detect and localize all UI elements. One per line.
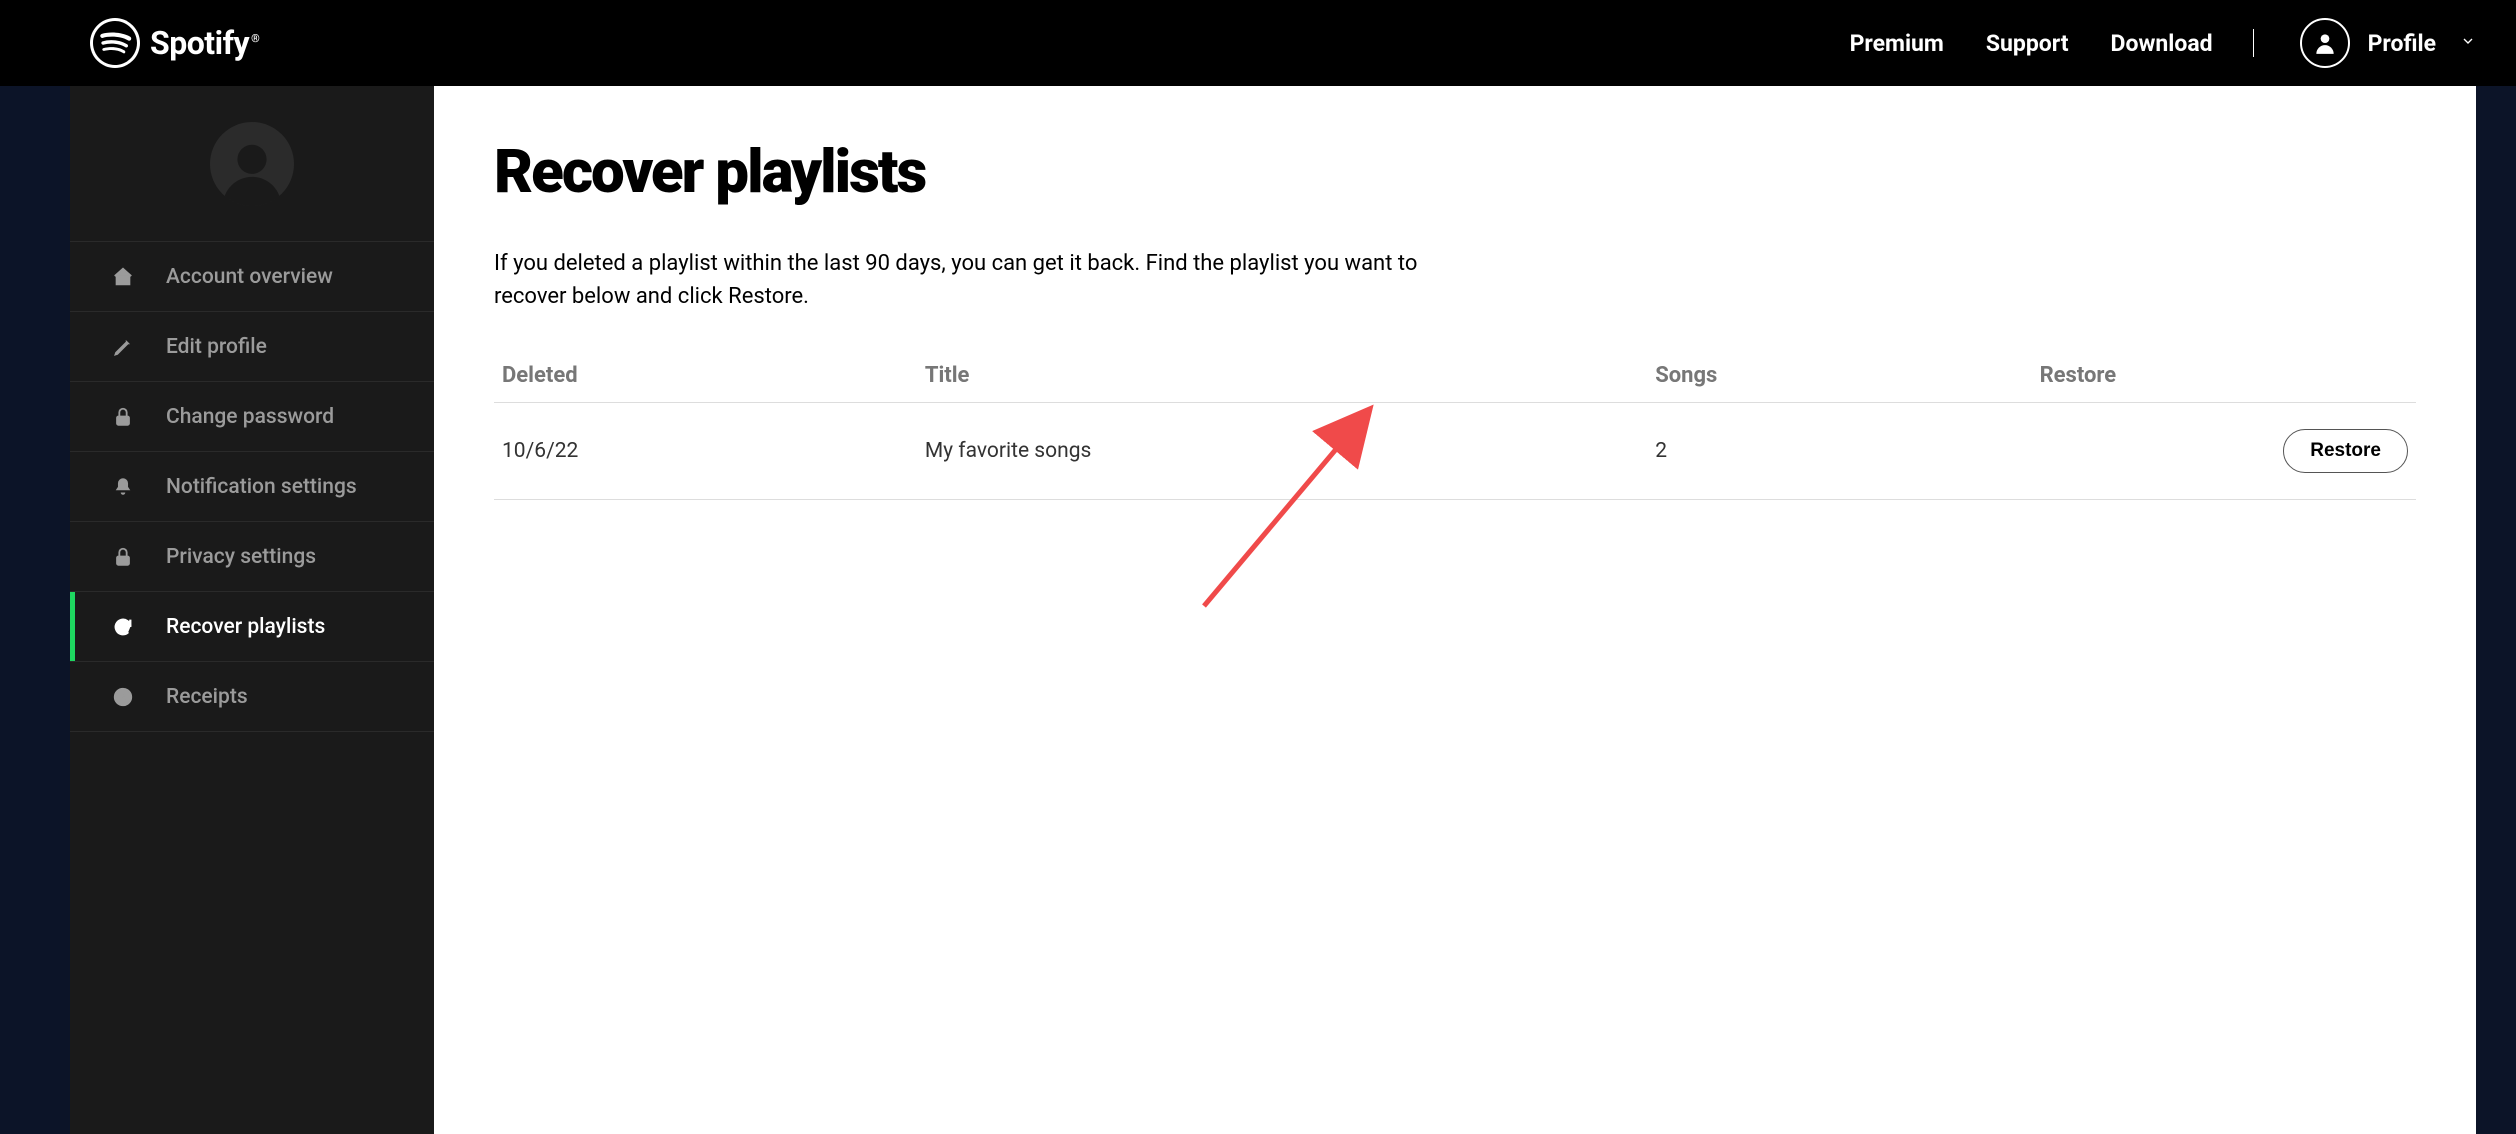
spotify-logo[interactable]: Spotify® — [90, 18, 259, 68]
home-icon — [110, 266, 136, 288]
sidebar-item-label: Notification settings — [166, 475, 357, 499]
spotify-logo-text: Spotify® — [150, 24, 259, 62]
right-gutter — [2476, 86, 2516, 1134]
clock-icon — [110, 686, 136, 708]
cell-restore: Restore — [2032, 403, 2416, 500]
sidebar: Account overview Edit profile Change pas… — [70, 86, 434, 1134]
lock-icon — [110, 406, 136, 428]
page-description: If you deleted a playlist within the las… — [494, 247, 1454, 313]
sidebar-item-privacy-settings[interactable]: Privacy settings — [70, 522, 434, 592]
sidebar-item-label: Privacy settings — [166, 545, 316, 569]
sidebar-item-label: Receipts — [166, 685, 248, 709]
playlists-table: Deleted Title Songs Restore 10/6/22 My f… — [494, 349, 2416, 500]
sidebar-item-label: Change password — [166, 405, 334, 429]
nav-premium[interactable]: Premium — [1850, 30, 1944, 57]
sidebar-item-recover-playlists[interactable]: Recover playlists — [70, 592, 434, 662]
pencil-icon — [110, 336, 136, 358]
table-header-row: Deleted Title Songs Restore — [494, 349, 2416, 403]
lock-icon — [110, 546, 136, 568]
sidebar-item-label: Recover playlists — [166, 615, 325, 639]
sidebar-item-receipts[interactable]: Receipts — [70, 662, 434, 732]
spotify-logo-icon — [90, 18, 140, 68]
cell-songs: 2 — [1647, 403, 2031, 500]
sidebar-item-label: Edit profile — [166, 335, 267, 359]
col-header-title: Title — [917, 349, 1647, 403]
left-gutter — [0, 86, 70, 1134]
sidebar-avatar-zone — [70, 86, 434, 242]
sidebar-avatar-icon — [210, 122, 294, 206]
cell-title: My favorite songs — [917, 403, 1647, 500]
sidebar-item-notification-settings[interactable]: Notification settings — [70, 452, 434, 522]
sidebar-item-label: Account overview — [166, 265, 333, 289]
content-area: Recover playlists If you deleted a playl… — [434, 86, 2476, 1134]
profile-avatar-icon — [2300, 18, 2350, 68]
refresh-icon — [110, 616, 136, 638]
top-nav: Premium Support Download — [1850, 30, 2213, 57]
topbar: Spotify® Premium Support Download Profil… — [0, 0, 2516, 86]
col-header-restore: Restore — [2032, 349, 2416, 403]
table-row: 10/6/22 My favorite songs 2 Restore — [494, 403, 2416, 500]
profile-label: Profile — [2368, 30, 2436, 57]
sidebar-item-account-overview[interactable]: Account overview — [70, 242, 434, 312]
cell-deleted: 10/6/22 — [494, 403, 917, 500]
sidebar-item-edit-profile[interactable]: Edit profile — [70, 312, 434, 382]
nav-download[interactable]: Download — [2111, 30, 2213, 57]
sidebar-item-change-password[interactable]: Change password — [70, 382, 434, 452]
col-header-deleted: Deleted — [494, 349, 917, 403]
profile-menu[interactable]: Profile — [2300, 18, 2476, 68]
col-header-songs: Songs — [1647, 349, 2031, 403]
bell-icon — [110, 476, 136, 498]
nav-support[interactable]: Support — [1986, 30, 2069, 57]
page-title: Recover playlists — [494, 136, 2416, 207]
nav-divider — [2253, 29, 2254, 57]
restore-button[interactable]: Restore — [2283, 429, 2408, 473]
chevron-down-icon — [2460, 33, 2476, 53]
